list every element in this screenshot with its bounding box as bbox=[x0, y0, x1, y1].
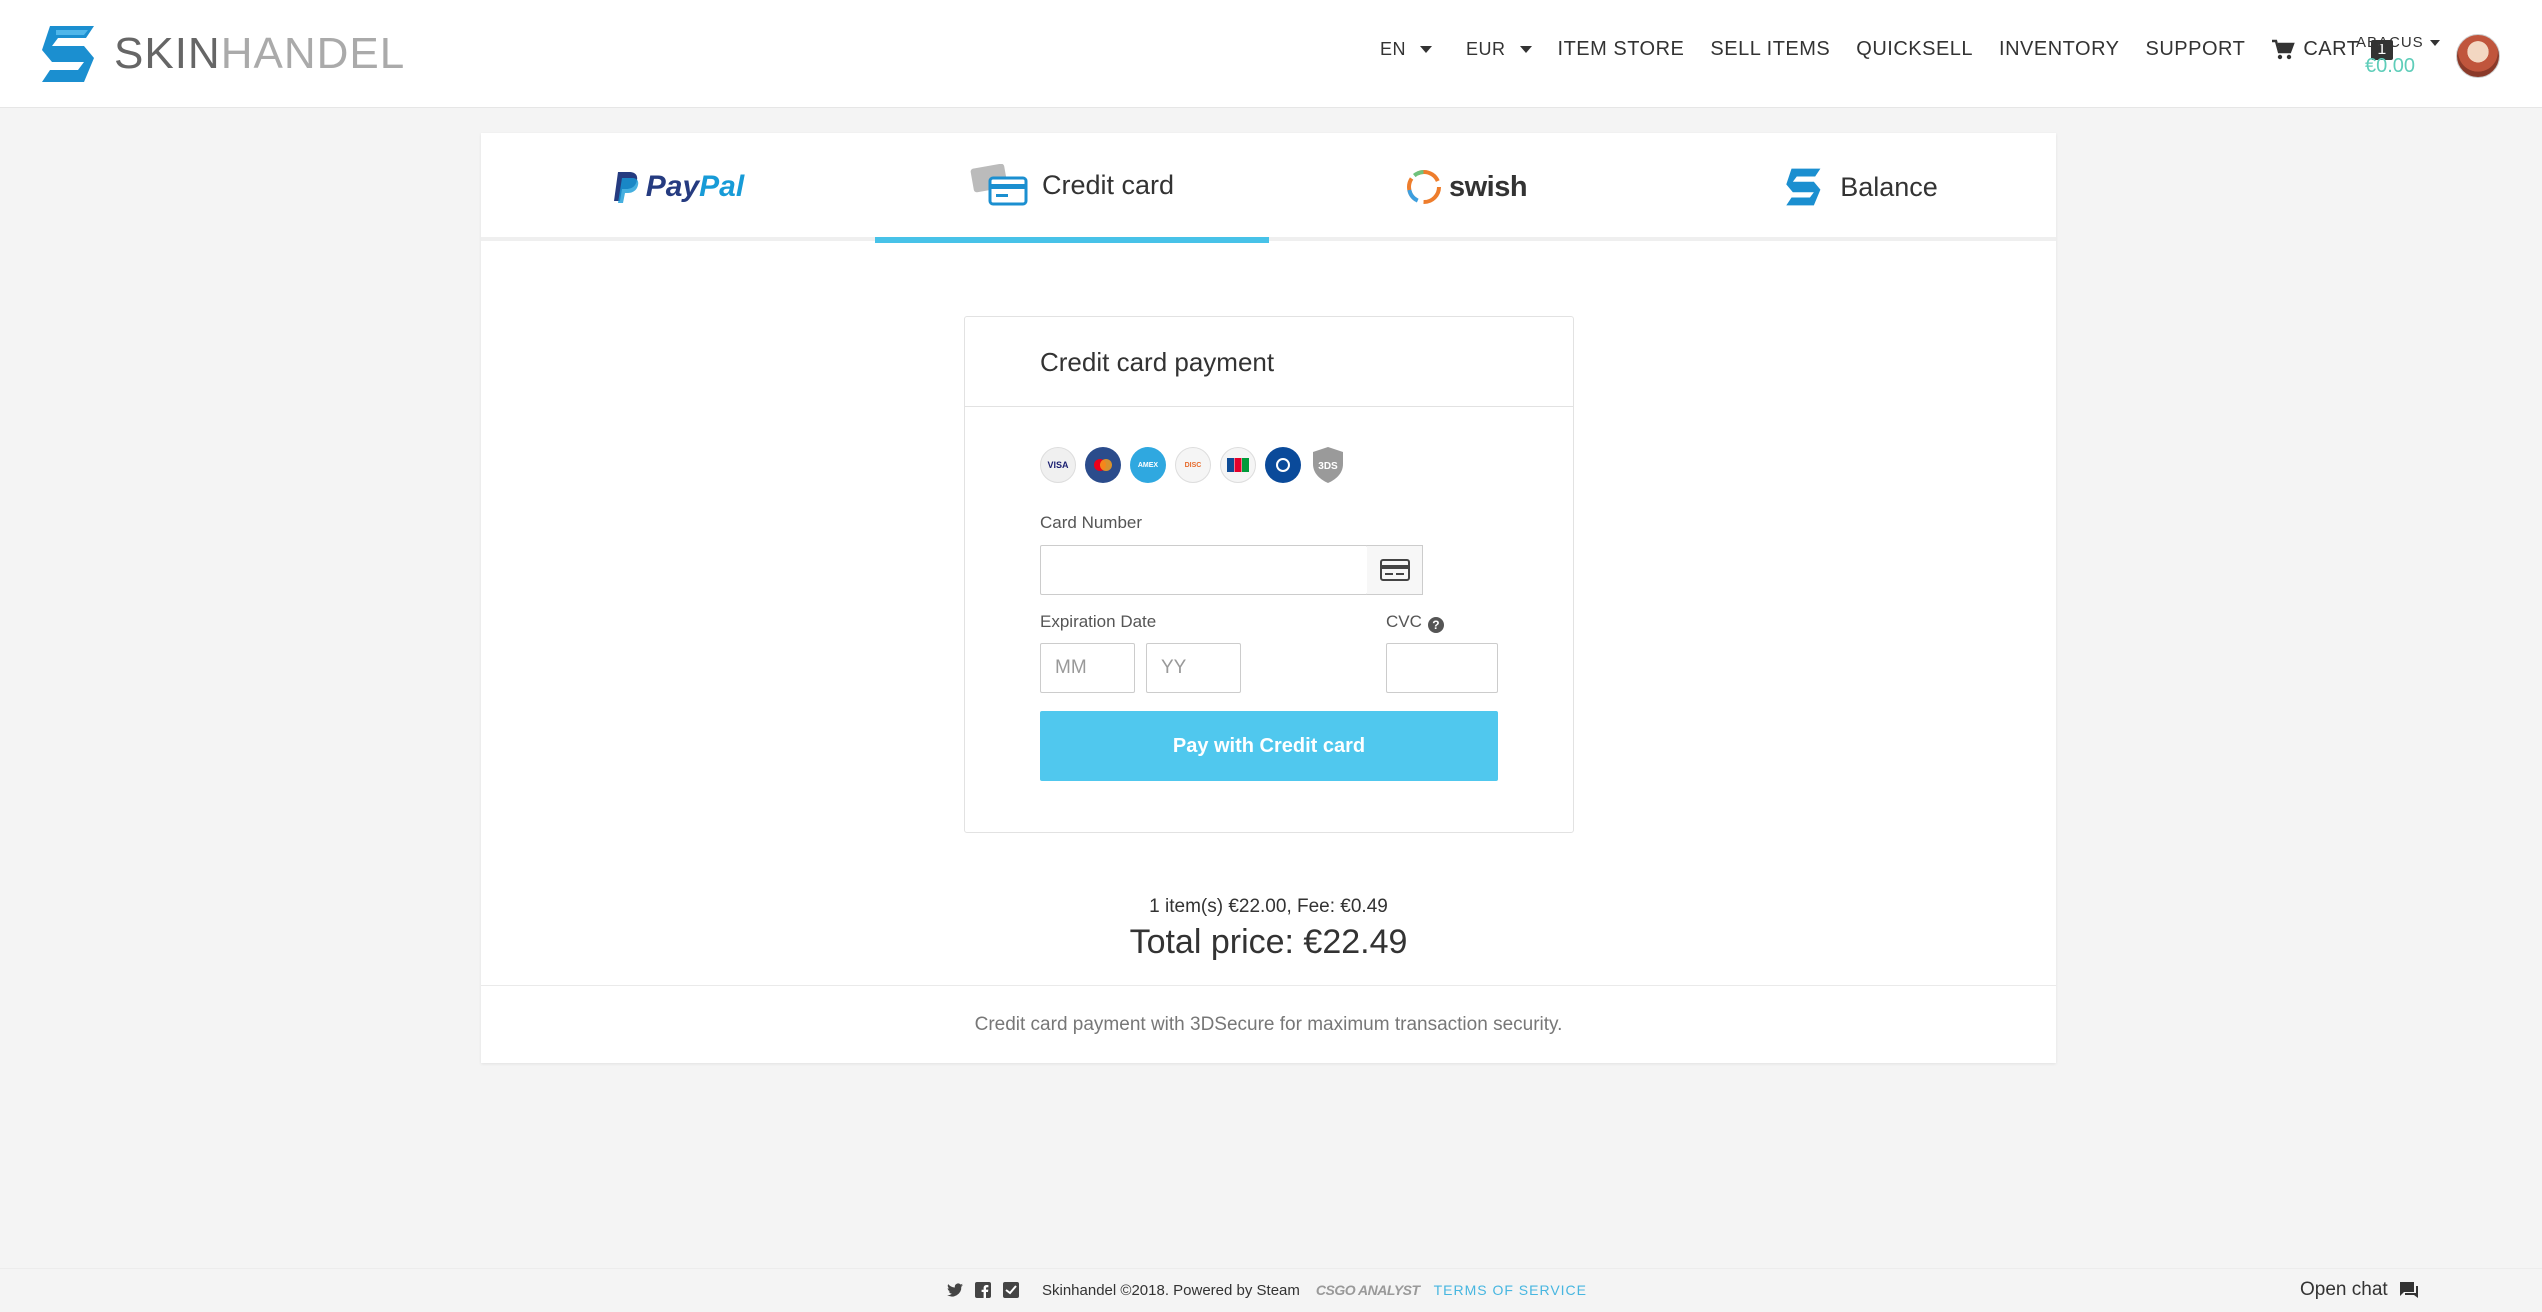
expiry-month-input[interactable]: MM bbox=[1040, 643, 1135, 693]
csgo-analyst-logo[interactable]: CSGO ANALYST bbox=[1316, 1282, 1420, 1298]
pay-with-credit-card-button[interactable]: Pay with Credit card bbox=[1040, 711, 1498, 781]
card-icon bbox=[1379, 559, 1410, 581]
twitter-icon[interactable] bbox=[946, 1281, 964, 1299]
checkout-card: PayPal Credit card swish Balance Credit … bbox=[481, 133, 2056, 1063]
credit-card-icon bbox=[970, 164, 1028, 206]
username-text: ABACUS bbox=[2356, 34, 2424, 51]
expiry-year-input[interactable]: YY bbox=[1146, 643, 1241, 693]
caret-down-icon bbox=[1519, 46, 1532, 53]
card-number-label: Card Number bbox=[1040, 513, 1143, 532]
logo-wordmark: SKINHANDEL bbox=[114, 22, 405, 86]
currency-value: EUR bbox=[1466, 39, 1506, 59]
tab-balance-label: Balance bbox=[1840, 171, 1938, 202]
nav-item-store[interactable]: ITEM STORE bbox=[1558, 38, 1685, 61]
tab-credit-card-label: Credit card bbox=[1041, 169, 1175, 200]
footer-links: Skinhandel ©2018. Powered by Steam CSGO … bbox=[946, 1281, 1587, 1299]
cart-icon bbox=[2272, 39, 2296, 59]
footer-copyright: Skinhandel ©2018. Powered by Steam bbox=[1042, 1281, 1300, 1299]
open-chat-label: Open chat bbox=[2300, 1279, 2388, 1300]
nav-sell-items[interactable]: SELL ITEMS bbox=[1710, 38, 1830, 61]
paypal-wordmark: PayPal bbox=[645, 170, 745, 203]
page-footer: Skinhandel ©2018. Powered by Steam CSGO … bbox=[0, 1268, 2542, 1312]
language-value: EN bbox=[1380, 39, 1407, 59]
jcb-icon bbox=[1220, 447, 1256, 483]
tab-credit-card[interactable]: Credit card bbox=[875, 133, 1269, 243]
nav-quicksell[interactable]: QUICKSELL bbox=[1856, 38, 1973, 61]
site-logo[interactable]: SKINHANDEL bbox=[36, 22, 405, 86]
card-logos: VISA AMEX DISC 3DS bbox=[1040, 447, 1355, 483]
facebook-icon[interactable] bbox=[974, 1281, 992, 1299]
payment-method-tabs: PayPal Credit card swish Balance bbox=[481, 133, 2057, 243]
main-nav: EN EUR ITEM STORE SELL ITEMS QUICKSELL I… bbox=[1380, 38, 2393, 61]
total-price: Total price: €22.49 bbox=[1129, 923, 1408, 961]
cart-label: CART bbox=[2303, 38, 2360, 60]
form-title: Credit card payment bbox=[965, 317, 1573, 407]
tab-swish[interactable]: swish bbox=[1269, 133, 1663, 241]
visa-icon: VISA bbox=[1040, 447, 1076, 483]
3ds-shield-icon: 3DS bbox=[1310, 447, 1346, 483]
caret-down-icon bbox=[1420, 46, 1433, 53]
tab-balance[interactable]: Balance bbox=[1663, 133, 2057, 241]
month-placeholder: MM bbox=[1055, 657, 1087, 678]
open-chat-button[interactable]: Open chat bbox=[2300, 1279, 2420, 1301]
discover-icon: DISC bbox=[1175, 447, 1211, 483]
year-placeholder: YY bbox=[1161, 657, 1187, 678]
diners-club-icon bbox=[1265, 447, 1301, 483]
security-note: Credit card payment with 3DSecure for ma… bbox=[481, 985, 2056, 1063]
nav-support[interactable]: SUPPORT bbox=[2146, 38, 2246, 61]
question-mark-icon[interactable]: ? bbox=[1427, 617, 1444, 633]
amex-icon: AMEX bbox=[1130, 447, 1166, 483]
order-summary: 1 item(s) €22.00, Fee: €0.49 bbox=[1149, 896, 1388, 917]
cvc-label-group: CVC? bbox=[1386, 612, 1444, 633]
user-balance: €0.00 bbox=[2365, 55, 2416, 77]
expiration-label: Expiration Date bbox=[1040, 612, 1157, 631]
swish-icon bbox=[1406, 170, 1441, 204]
swish-wordmark: swish bbox=[1448, 170, 1528, 203]
logo-text-handel: HANDEL bbox=[220, 29, 406, 78]
logo-text-skin: SKIN bbox=[114, 29, 221, 78]
svg-text:3DS: 3DS bbox=[1318, 461, 1338, 472]
nav-inventory[interactable]: INVENTORY bbox=[1999, 38, 2119, 61]
card-number-input[interactable] bbox=[1040, 545, 1368, 595]
steam-group-icon[interactable] bbox=[1002, 1281, 1020, 1299]
cvc-label: CVC bbox=[1386, 612, 1422, 631]
card-number-addon bbox=[1367, 545, 1423, 595]
caret-down-icon bbox=[2429, 39, 2440, 46]
header: SKINHANDEL EN EUR ITEM STORE SELL ITEMS … bbox=[0, 0, 2542, 108]
currency-dropdown[interactable]: EUR bbox=[1466, 39, 1532, 60]
terms-of-service-link[interactable]: TERMS OF SERVICE bbox=[1434, 1282, 1587, 1298]
chat-icon bbox=[2399, 1282, 2418, 1298]
paypal-icon bbox=[613, 172, 639, 203]
cvc-input[interactable] bbox=[1386, 643, 1498, 693]
mastercard-icon bbox=[1085, 447, 1121, 483]
language-dropdown[interactable]: EN bbox=[1380, 39, 1433, 60]
credit-card-form: Credit card payment VISA AMEX DISC 3DS C… bbox=[964, 316, 1574, 833]
avatar[interactable] bbox=[2456, 34, 2500, 78]
tab-paypal[interactable]: PayPal bbox=[481, 133, 875, 241]
user-name: ABACUS bbox=[2356, 34, 2440, 51]
skinhandel-logo-icon bbox=[42, 26, 94, 82]
user-menu[interactable]: ABACUS €0.00 bbox=[2356, 34, 2440, 78]
skinhandel-logo-icon bbox=[1786, 168, 1821, 206]
